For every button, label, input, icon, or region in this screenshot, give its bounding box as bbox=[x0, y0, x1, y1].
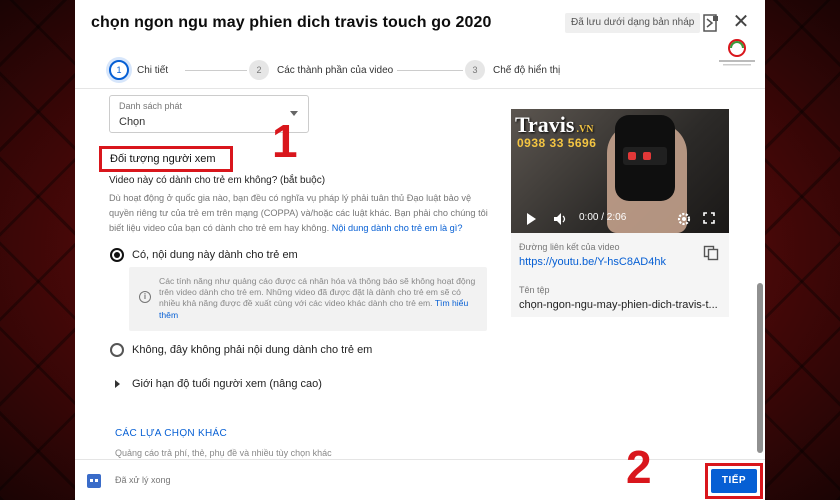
audience-question: Video này có dành cho trẻ em không? (bắt… bbox=[109, 175, 326, 186]
processing-status-icon bbox=[87, 474, 101, 488]
radio-label-yes[interactable]: Có, nội dung này dành cho trẻ em bbox=[132, 249, 298, 261]
device-button bbox=[628, 152, 636, 160]
file-name-label: Tên tệp bbox=[519, 285, 550, 295]
stepper-connector bbox=[185, 70, 247, 71]
radio-made-for-kids-yes[interactable] bbox=[110, 248, 124, 262]
audience-heading: Đối tượng người xem bbox=[110, 153, 216, 165]
step-number: 1 bbox=[109, 60, 129, 80]
gear-icon[interactable] bbox=[677, 212, 691, 226]
scrollbar[interactable] bbox=[757, 283, 763, 453]
stepper-connector bbox=[397, 70, 463, 71]
step-details[interactable]: 1 Chi tiết bbox=[109, 60, 168, 80]
stepper: 1 Chi tiết 2 Các thành phần của video 3 … bbox=[75, 52, 765, 89]
fullscreen-icon[interactable] bbox=[703, 212, 715, 224]
watermark-brand: Travis bbox=[515, 112, 575, 137]
expand-arrow-icon bbox=[115, 380, 120, 388]
playlist-value: Chọn bbox=[119, 116, 146, 128]
radio-label-no[interactable]: Không, đây không phải nội dung dành cho … bbox=[132, 344, 372, 356]
step-label: Các thành phần của video bbox=[277, 64, 394, 76]
step-label: Chi tiết bbox=[137, 64, 169, 76]
details-panel: Danh sách phát Chọn Đối tượng người xem … bbox=[75, 89, 765, 459]
device-button bbox=[643, 152, 651, 160]
kids-info-box: i Các tính năng như quảng cáo được cá nh… bbox=[129, 267, 487, 331]
copy-icon[interactable] bbox=[703, 245, 719, 261]
more-options-description: Quảng cáo trả phí, thẻ, phụ đề và nhiều … bbox=[115, 448, 332, 458]
video-link[interactable]: https://youtu.be/Y-hsC8AD4hk bbox=[519, 256, 666, 268]
player-controls: 0:00 / 2:06 bbox=[511, 205, 729, 233]
close-icon[interactable]: ✕ bbox=[731, 12, 751, 32]
audience-heading-highlight: Đối tượng người xem bbox=[99, 146, 233, 172]
play-icon[interactable] bbox=[527, 213, 536, 225]
video-link-label: Đường liên kết của video bbox=[519, 242, 620, 252]
watermark-suffix: .VN bbox=[576, 124, 594, 135]
callout-number-2: 2 bbox=[626, 441, 652, 493]
file-name: chọn-ngon-ngu-may-phien-dich-travis-t... bbox=[519, 299, 718, 311]
more-options-link[interactable]: CÁC LỰA CHỌN KHÁC bbox=[115, 428, 227, 439]
video-watermark: Travis .VN bbox=[515, 112, 593, 138]
step-visibility[interactable]: 3 Chế độ hiển thị bbox=[465, 60, 560, 80]
kids-info-text: Các tính năng như quảng cáo được cá nhân… bbox=[159, 276, 477, 321]
callout-number-1: 1 bbox=[272, 115, 298, 167]
dialog-header: chọn ngon ngu may phien dich travis touc… bbox=[75, 0, 765, 66]
age-restriction-toggle[interactable]: Giới hạn độ tuổi người xem (nâng cao) bbox=[115, 376, 322, 392]
made-for-kids-help-link[interactable]: Nội dung dành cho trẻ em là gì? bbox=[332, 223, 463, 233]
step-number: 3 bbox=[465, 60, 485, 80]
kids-info-body: Các tính năng như quảng cáo được cá nhân… bbox=[159, 276, 476, 309]
processing-status-text: Đã xử lý xong bbox=[115, 475, 171, 485]
translator-device-image bbox=[615, 115, 675, 201]
volume-icon[interactable] bbox=[553, 212, 567, 226]
info-icon: i bbox=[139, 291, 151, 303]
radio-made-for-kids-no[interactable] bbox=[110, 343, 124, 357]
dialog-title: chọn ngon ngu may phien dich travis touc… bbox=[91, 14, 492, 31]
audience-description: Dù hoạt động ở quốc gia nào, bạn đều có … bbox=[109, 191, 489, 236]
device-screen bbox=[623, 147, 667, 165]
dialog-footer: Đã xử lý xong TIẾP bbox=[75, 459, 765, 500]
watermark-phone: 0938 33 5696 bbox=[517, 136, 597, 150]
draft-status-badge: Đã lưu dưới dạng bản nháp bbox=[565, 13, 701, 33]
next-button[interactable]: TIẾP bbox=[711, 469, 757, 493]
step-number: 2 bbox=[249, 60, 269, 80]
age-restriction-label: Giới hạn độ tuổi người xem (nâng cao) bbox=[132, 378, 322, 390]
video-preview-card: Travis .VN 0938 33 5696 0:00 / 2:06 Đườn… bbox=[511, 109, 729, 317]
video-time: 0:00 / 2:06 bbox=[579, 212, 627, 223]
report-issue-icon[interactable] bbox=[703, 14, 719, 32]
upload-dialog: chọn ngon ngu may phien dich travis touc… bbox=[75, 0, 765, 500]
playlist-label: Danh sách phát bbox=[119, 101, 183, 111]
video-player[interactable]: Travis .VN 0938 33 5696 0:00 / 2:06 bbox=[511, 109, 729, 233]
step-label: Chế độ hiển thị bbox=[493, 64, 561, 76]
step-video-elements[interactable]: 2 Các thành phần của video bbox=[249, 60, 393, 80]
